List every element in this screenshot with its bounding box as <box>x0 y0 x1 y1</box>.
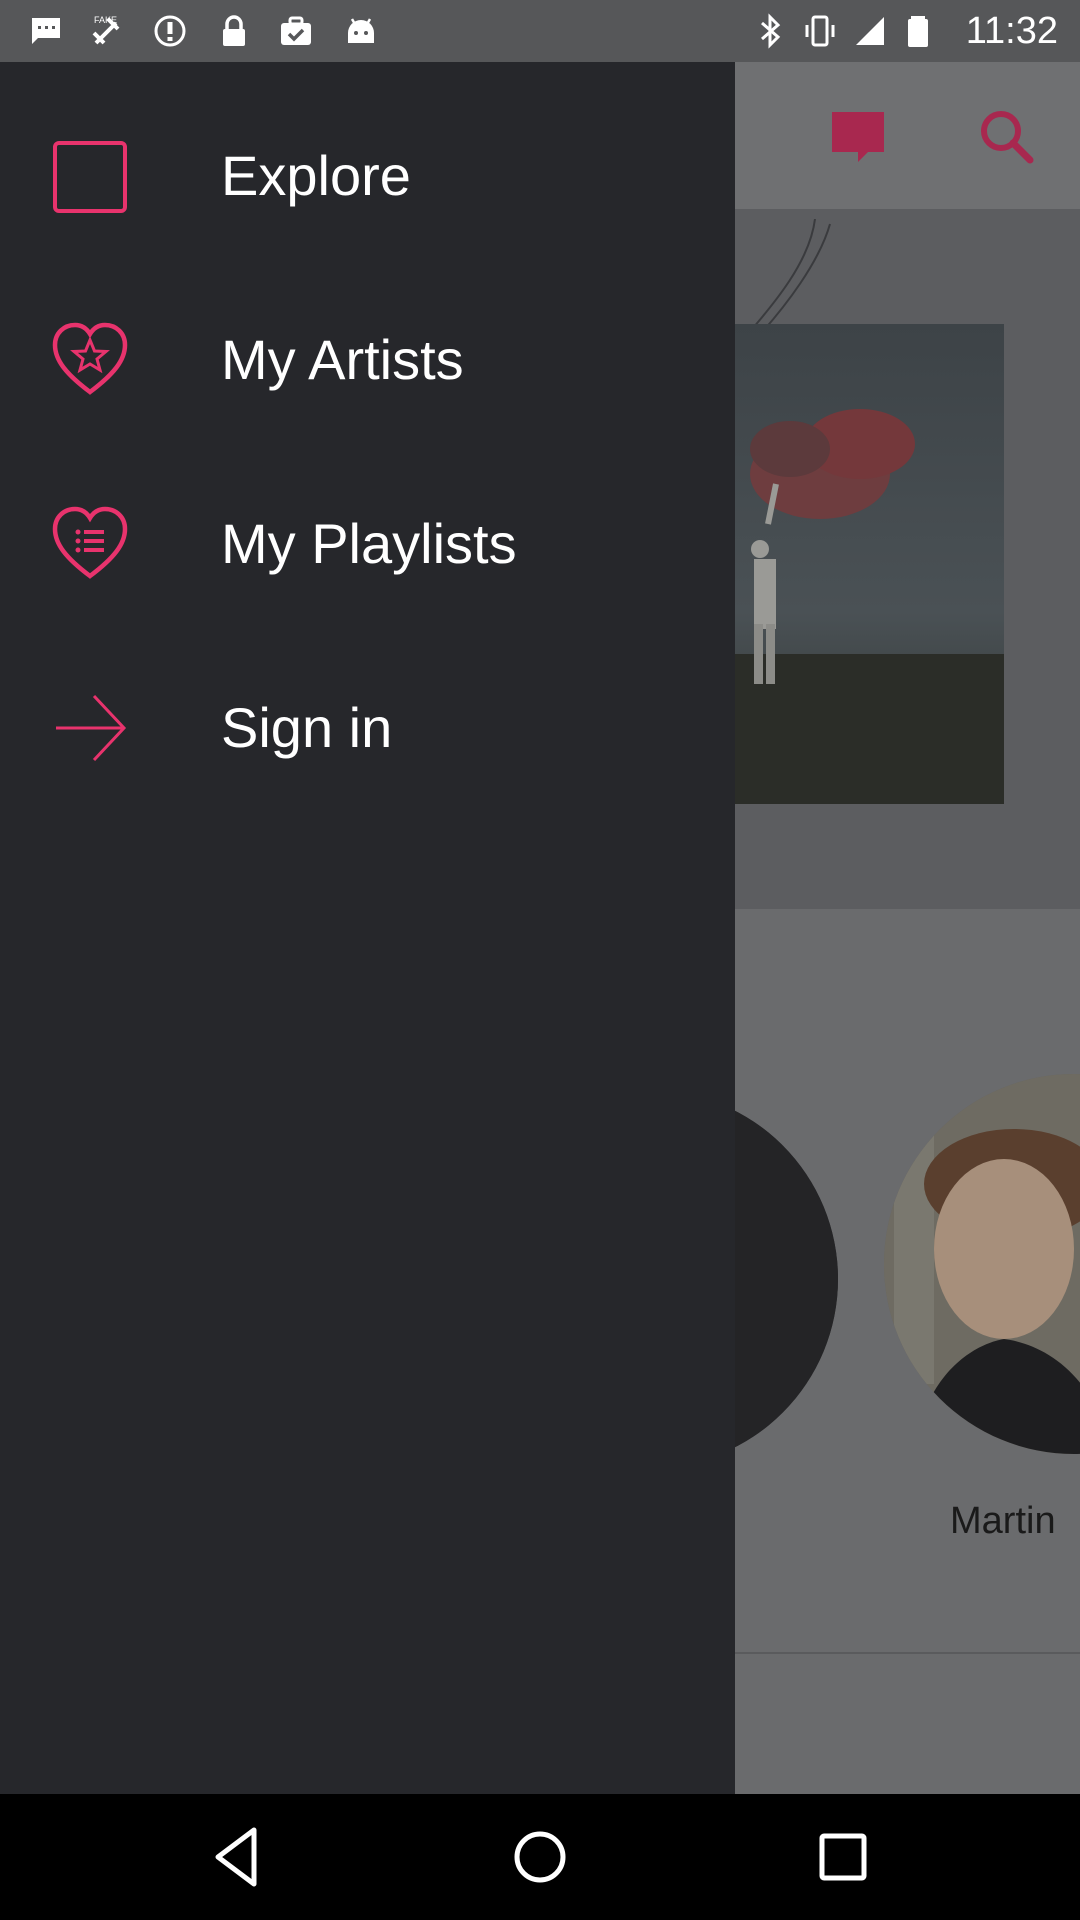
navigation-drawer: Explore My Artists My Playlists Sign in <box>0 62 735 1794</box>
android-icon <box>348 18 374 43</box>
system-nav-bar <box>0 1794 1080 1920</box>
drawer-item-label: My Artists <box>221 328 464 391</box>
status-bar: FAKE 11:32 <box>0 0 1080 62</box>
artist-name[interactable]: Martin <box>950 1500 1056 1543</box>
message-icon <box>32 18 60 44</box>
drawer-item-sign-in[interactable]: Sign in <box>0 634 735 818</box>
chat-icon[interactable] <box>828 106 888 166</box>
drawer-item-explore[interactable]: Explore <box>0 82 735 266</box>
lock-icon <box>223 15 245 46</box>
vibrate-icon <box>805 15 835 47</box>
drawer-item-my-artists[interactable]: My Artists <box>0 266 735 450</box>
arrow-right-icon <box>56 694 127 762</box>
signal-icon <box>856 17 884 45</box>
drawer-item-my-playlists[interactable]: My Playlists <box>0 450 735 634</box>
info-icon <box>154 15 186 47</box>
fake-gps-icon: FAKE <box>92 15 120 45</box>
battery-icon <box>908 16 928 47</box>
recents-icon[interactable] <box>810 1824 876 1890</box>
search-icon[interactable] <box>976 106 1036 166</box>
status-time: 11:32 <box>965 10 1058 52</box>
briefcase-check-icon <box>281 16 311 45</box>
back-icon[interactable] <box>204 1824 270 1890</box>
bluetooth-icon <box>761 13 781 49</box>
drawer-item-label: Explore <box>221 144 411 207</box>
home-icon[interactable] <box>507 1824 573 1890</box>
drawer-item-label: Sign in <box>221 696 393 759</box>
heart-star-icon <box>52 322 128 395</box>
drawer-item-label: My Playlists <box>221 512 517 575</box>
square-outline-icon <box>53 141 127 213</box>
heart-list-icon <box>52 506 128 579</box>
svg-text:FAKE: FAKE <box>94 15 117 25</box>
